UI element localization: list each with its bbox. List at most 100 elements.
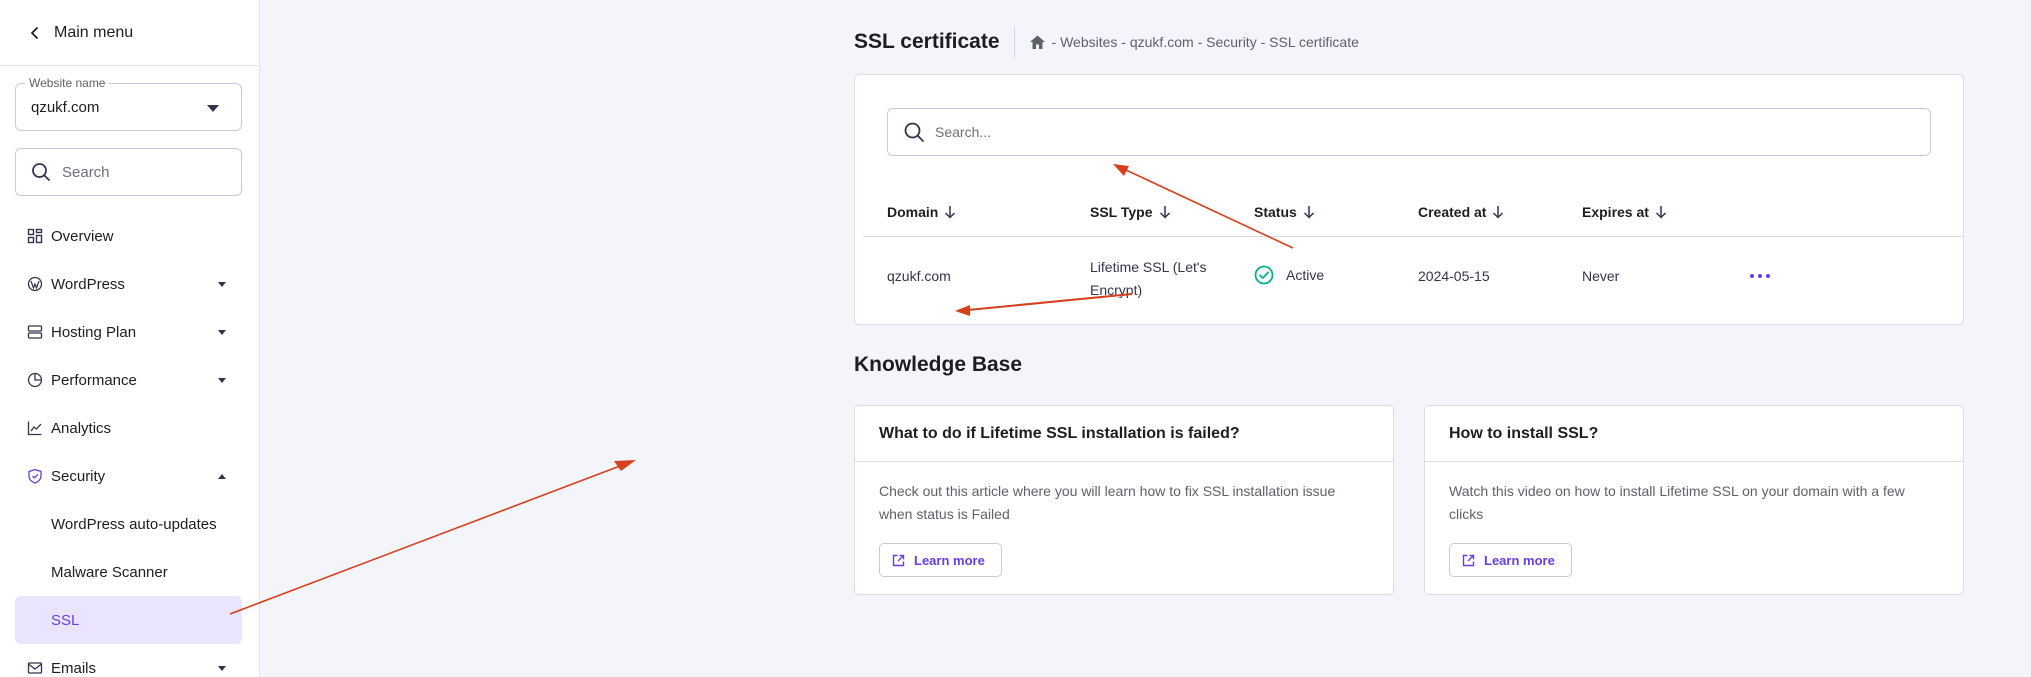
external-link-icon <box>1462 554 1475 566</box>
caret-down-icon <box>218 665 226 671</box>
learn-more-button[interactable]: Learn more <box>879 543 1002 577</box>
search-icon <box>32 163 50 181</box>
breadcrumb-item-domain[interactable]: qzukf.com <box>1130 34 1194 50</box>
cell-status: Active <box>1254 265 1324 285</box>
kb-card-body: Check out this article where you will le… <box>879 483 1336 522</box>
sidebar-item-hosting-plan[interactable]: Hosting Plan <box>15 308 242 356</box>
breadcrumb-separator: - <box>1121 34 1126 50</box>
cell-domain: qzukf.com <box>887 268 951 284</box>
sidebar-item-wordpress[interactable]: WordPress <box>15 260 242 308</box>
sidebar-item-label: Emails <box>51 659 97 677</box>
pie-chart-icon <box>27 372 43 388</box>
header-divider <box>863 236 1963 237</box>
mail-icon <box>27 662 43 674</box>
website-select-legend: Website name <box>25 76 110 90</box>
sidebar-item-malware-scanner[interactable]: Malware Scanner <box>15 548 242 596</box>
website-select-value: qzukf.com <box>31 99 100 116</box>
website-select[interactable]: Website name qzukf.com <box>15 76 242 131</box>
status-badge: Active <box>1286 267 1325 283</box>
sidebar-item-label: WordPress auto-updates <box>51 515 217 533</box>
cell-expires-at: Never <box>1582 268 1620 284</box>
cell-ssl-type-line: Encrypt) <box>1090 282 1143 298</box>
column-header-domain[interactable]: Domain <box>887 187 956 237</box>
sidebar-item-ssl[interactable]: SSL <box>15 596 242 644</box>
caret-up-icon <box>218 473 226 479</box>
sort-arrow-down-icon <box>1303 206 1314 219</box>
column-header-ssl-type[interactable]: SSL Type <box>1090 187 1171 237</box>
column-label: SSL Type <box>1090 204 1153 220</box>
caret-down-icon <box>207 105 219 112</box>
sidebar-search-input[interactable] <box>62 163 222 181</box>
sidebar-item-security[interactable]: Security <box>15 452 242 500</box>
sidebar-item-label: Security <box>51 467 106 485</box>
trend-chart-icon <box>27 421 42 436</box>
kb-card-ssl-failed: What to do if Lifetime SSL installation … <box>854 405 1394 595</box>
column-label: Status <box>1254 204 1297 220</box>
external-link-icon <box>892 554 905 566</box>
table-header: Domain SSL Type Status Created at Expire… <box>855 187 1963 237</box>
table-search-input[interactable] <box>935 124 1835 140</box>
breadcrumb-separator: - <box>1197 34 1203 50</box>
caret-down-icon <box>218 281 226 287</box>
breadcrumb-item-current: SSL certificate <box>1269 34 1359 50</box>
sidebar-item-label: Malware Scanner <box>51 563 168 581</box>
main-menu-button[interactable]: Main menu <box>0 0 259 66</box>
server-icon <box>27 325 43 339</box>
home-icon[interactable] <box>1029 34 1046 51</box>
table-search <box>887 108 1931 156</box>
sidebar-item-label: WordPress <box>51 275 125 293</box>
sidebar-item-label: Hosting Plan <box>51 323 137 341</box>
caret-down-icon <box>218 377 226 383</box>
chevron-left-icon <box>31 26 38 39</box>
wordpress-icon <box>27 276 43 292</box>
column-label: Domain <box>887 204 939 220</box>
annotation-arrow <box>229 460 636 615</box>
page-title: SSL certificate <box>854 30 1000 53</box>
sidebar-item-overview[interactable]: Overview <box>15 212 242 260</box>
sidebar-item-emails[interactable]: Emails <box>15 644 242 677</box>
knowledge-base-title: Knowledge Base <box>854 353 1023 376</box>
check-circle-icon <box>1254 265 1274 285</box>
breadcrumb-item-security[interactable]: Security <box>1206 34 1257 50</box>
search-icon <box>904 122 924 142</box>
caret-down-icon <box>218 329 226 335</box>
breadcrumb-separator: - <box>1260 34 1266 50</box>
sidebar-item-label: Performance <box>51 371 137 389</box>
sidebar-item-performance[interactable]: Performance <box>15 356 242 404</box>
more-actions-icon[interactable] <box>1748 268 1772 284</box>
column-label: Created at <box>1418 204 1487 220</box>
sidebar-nav: Overview WordPress Hosting Plan Performa… <box>15 212 242 677</box>
page-header: SSL certificate - Websites - qzukf.com -… <box>854 26 1359 58</box>
sidebar-item-wordpress-auto-updates[interactable]: WordPress auto-updates <box>15 500 242 548</box>
cell-created-at: 2024-05-15 <box>1418 268 1490 284</box>
sidebar: Main menu Website name qzukf.com Overvie… <box>0 0 260 677</box>
sort-arrow-down-icon <box>1493 206 1504 219</box>
grid-icon <box>27 228 43 244</box>
sort-arrow-down-icon <box>1159 206 1170 219</box>
breadcrumb-item-websites[interactable]: Websites <box>1060 34 1117 50</box>
column-label: Expires at <box>1582 204 1649 220</box>
column-header-expires-at[interactable]: Expires at <box>1582 187 1667 237</box>
shield-check-icon <box>28 468 42 484</box>
kb-card-install-ssl: How to install SSL? Watch this video on … <box>1424 405 1964 595</box>
ssl-table-card: Domain SSL Type Status Created at Expire… <box>854 74 1964 325</box>
sidebar-item-label: Analytics <box>51 419 112 437</box>
kb-card-body: Watch this video on how to install Lifet… <box>1449 483 1905 522</box>
breadcrumb: - Websites - qzukf.com - Security - SSL … <box>1029 34 1359 51</box>
sort-arrow-down-icon <box>1655 206 1666 219</box>
cell-ssl-type-line: Lifetime SSL (Let's <box>1090 259 1207 275</box>
sidebar-item-analytics[interactable]: Analytics <box>15 404 242 452</box>
cell-ssl-type: Lifetime SSL (Let's Encrypt) <box>1090 256 1207 302</box>
sort-arrow-down-icon <box>945 206 956 219</box>
learn-more-label: Learn more <box>1484 552 1555 568</box>
learn-more-button[interactable]: Learn more <box>1449 543 1572 577</box>
learn-more-label: Learn more <box>914 552 985 568</box>
sidebar-search <box>15 148 242 196</box>
column-header-status[interactable]: Status <box>1254 187 1315 237</box>
kb-card-title: How to install SSL? <box>1425 406 1963 462</box>
breadcrumb-separator: - <box>1051 34 1057 50</box>
header-divider <box>1013 26 1015 58</box>
sidebar-item-label: SSL <box>51 611 80 629</box>
sidebar-item-label: Overview <box>51 227 114 245</box>
column-header-created-at[interactable]: Created at <box>1418 187 1504 237</box>
